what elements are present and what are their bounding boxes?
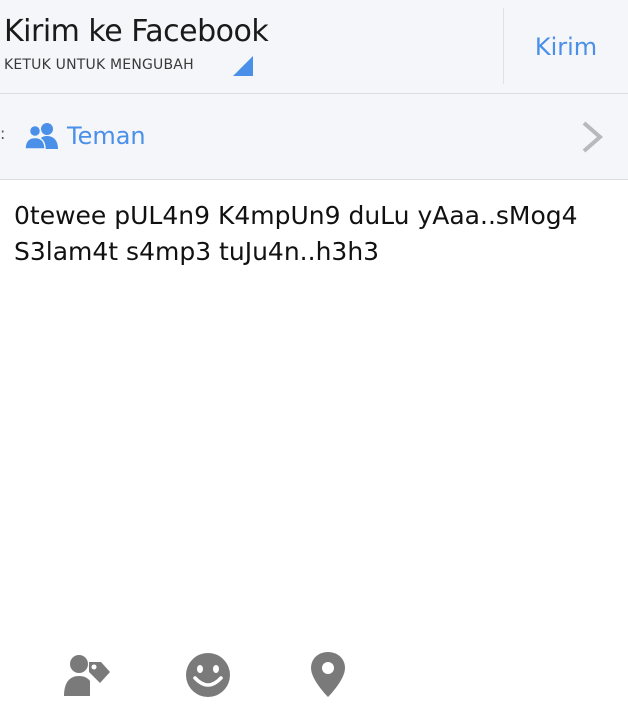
share-screen: Kirim ke Facebook KETUK UNTUK MENGUBAH K… — [0, 0, 628, 711]
emoji-icon — [186, 653, 230, 697]
chevron-right-icon — [582, 121, 604, 153]
page-title: Kirim ke Facebook — [4, 14, 269, 49]
tap-to-change-hint: KETUK UNTUK MENGUBAH — [4, 57, 194, 73]
header: Kirim ke Facebook KETUK UNTUK MENGUBAH K… — [0, 0, 628, 94]
emoji-button[interactable] — [183, 650, 233, 700]
friends-icon — [25, 123, 58, 150]
location-icon — [311, 652, 345, 697]
post-text-input[interactable]: 0tewee pUL4n9 K4mpUn9 duLu yAaa..sMog4 S… — [14, 198, 614, 270]
dropdown-triangle-icon — [233, 56, 253, 76]
audience-label: Teman — [67, 122, 146, 150]
destination-selector[interactable]: Kirim ke Facebook KETUK UNTUK MENGUBAH — [0, 0, 503, 93]
audience-selector[interactable]: : Teman — [0, 94, 628, 180]
send-button[interactable]: Kirim — [504, 0, 628, 93]
tag-people-icon — [64, 655, 110, 696]
tag-people-button[interactable] — [62, 650, 112, 700]
location-button[interactable] — [303, 650, 353, 700]
audience-prefix: : — [0, 124, 6, 143]
